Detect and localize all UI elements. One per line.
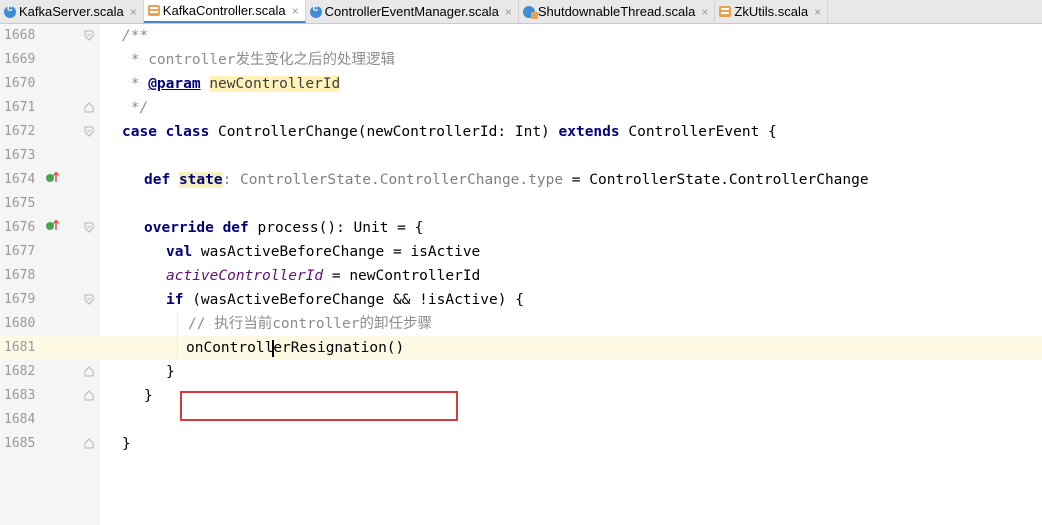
- code-text: /**: [122, 28, 149, 44]
- code-line: 1669 * controller发生变化之后的处理逻辑: [0, 48, 1042, 72]
- code-editor[interactable]: 1668 /** 1669 * controller发生变化之后的处理逻辑 16…: [0, 24, 1042, 525]
- tab-label: KafkaServer.scala: [19, 4, 124, 19]
- fold-icon[interactable]: [84, 126, 94, 137]
- code-line: 1675: [0, 192, 1042, 216]
- code-text[interactable]: onControllerResignation(): [186, 336, 404, 360]
- code-line: 1668 /**: [0, 24, 1042, 48]
- line-number: 1679: [4, 292, 36, 307]
- line-number: 1671: [4, 100, 36, 115]
- tab-label: ShutdownableThread.scala: [537, 4, 696, 19]
- line-number: 1685: [4, 436, 36, 451]
- fold-icon[interactable]: [84, 390, 94, 401]
- tab-zkutils[interactable]: ZkUtils.scala ×: [715, 0, 829, 23]
- scala-class-icon: [4, 3, 16, 18]
- close-icon[interactable]: ×: [701, 5, 708, 19]
- code-line: 1683 }: [0, 384, 1042, 408]
- code-text: def state: ControllerState.ControllerCha…: [144, 172, 869, 188]
- indent-guide: [177, 312, 178, 360]
- line-number: 1672: [4, 124, 36, 139]
- tab-label: ControllerEventManager.scala: [324, 4, 499, 19]
- code-line: 1670 * @param newControllerId: [0, 72, 1042, 96]
- code-text: }: [166, 364, 175, 380]
- code-text: activeControllerId = newControllerId: [166, 268, 481, 284]
- override-marker-icon[interactable]: [46, 168, 60, 192]
- tab-kafkaserver[interactable]: KafkaServer.scala ×: [0, 0, 144, 23]
- code-comment: // 执行当前controller的卸任步骤: [188, 316, 432, 332]
- close-icon[interactable]: ×: [814, 5, 821, 19]
- code-text: case class ControllerChange(newControlle…: [122, 124, 777, 140]
- fold-icon[interactable]: [84, 102, 94, 113]
- scala-class-icon: [309, 3, 322, 18]
- line-number: 1677: [4, 244, 36, 259]
- code-line: 1684: [0, 408, 1042, 432]
- line-number: 1683: [4, 388, 36, 403]
- code-line: 1672 case class ControllerChange(newCont…: [0, 120, 1042, 144]
- line-number: 1674: [4, 172, 36, 187]
- line-number: 1676: [4, 220, 36, 235]
- line-number: 1670: [4, 76, 36, 91]
- close-icon[interactable]: ×: [130, 5, 137, 19]
- code-line: 1685 }: [0, 432, 1042, 456]
- line-number: 1681: [4, 340, 36, 355]
- fold-icon[interactable]: [84, 294, 94, 305]
- tab-kafkacontroller[interactable]: KafkaController.scala ×: [143, 0, 306, 23]
- code-line-current: 1681 onControllerResignation(): [0, 336, 1042, 360]
- code-line: 1680 // 执行当前controller的卸任步骤: [0, 312, 1042, 336]
- line-number: 1680: [4, 316, 36, 331]
- override-marker-icon[interactable]: [46, 216, 60, 240]
- code-line: 1679 if (wasActiveBeforeChange && !isAct…: [0, 288, 1042, 312]
- tab-controllereventmanager[interactable]: ControllerEventManager.scala ×: [306, 0, 519, 23]
- line-number: 1678: [4, 268, 36, 283]
- highlight-box: [180, 391, 458, 421]
- code-line: 1682 }: [0, 360, 1042, 384]
- line-number: 1669: [4, 52, 36, 67]
- code-line: 1678 activeControllerId = newControllerI…: [0, 264, 1042, 288]
- line-number: 1675: [4, 196, 36, 211]
- editor-tab-bar: KafkaServer.scala × KafkaController.scal…: [0, 0, 1042, 24]
- close-icon[interactable]: ×: [292, 4, 299, 18]
- close-icon[interactable]: ×: [505, 5, 512, 19]
- tab-shutdownablethread[interactable]: ShutdownableThread.scala ×: [519, 0, 716, 23]
- code-line: 1674 def state: ControllerState.Controll…: [0, 168, 1042, 192]
- line-number: 1684: [4, 412, 36, 427]
- scala-object-icon: [147, 5, 160, 16]
- tab-label: ZkUtils.scala: [734, 4, 809, 19]
- fold-icon[interactable]: [84, 438, 94, 449]
- line-number: 1668: [4, 28, 36, 43]
- code-text: }: [144, 388, 153, 404]
- code-text: }: [122, 436, 131, 452]
- code-text: override def process(): Unit = {: [144, 220, 424, 236]
- line-number: 1673: [4, 148, 36, 163]
- fold-icon[interactable]: [84, 222, 94, 233]
- code-line: 1673: [0, 144, 1042, 168]
- code-line: 1677 val wasActiveBeforeChange = isActiv…: [0, 240, 1042, 264]
- code-text: * controller发生变化之后的处理逻辑: [122, 52, 395, 68]
- code-line: 1671 */: [0, 96, 1042, 120]
- scala-class-object-icon: [522, 5, 538, 19]
- fold-icon[interactable]: [84, 366, 94, 377]
- fold-icon[interactable]: [84, 30, 94, 41]
- code-text: */: [122, 100, 149, 116]
- scala-object-icon: [719, 6, 732, 17]
- tab-label: KafkaController.scala: [162, 3, 286, 18]
- code-text: * @param newControllerId: [122, 76, 341, 92]
- line-number: 1682: [4, 364, 36, 379]
- code-text: val wasActiveBeforeChange = isActive: [166, 244, 481, 260]
- code-line: 1676 override def process(): Unit = {: [0, 216, 1042, 240]
- code-text: if (wasActiveBeforeChange && !isActive) …: [166, 292, 524, 308]
